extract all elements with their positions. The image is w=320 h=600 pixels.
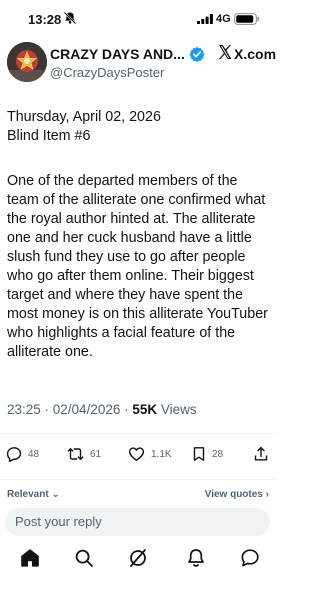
reply-count: 48 [28, 448, 40, 460]
reply-composer[interactable]: Post your reply [5, 508, 270, 536]
sort-dropdown[interactable]: Relevant ⌄ [7, 489, 60, 500]
search-icon[interactable] [74, 548, 94, 568]
bookmark-icon [193, 447, 205, 461]
bookmark-count: 28 [212, 448, 224, 460]
view-quotes-label: View quotes [204, 489, 263, 500]
signal-icon [197, 14, 213, 24]
views-label: Views [157, 402, 197, 417]
retweet-count: 61 [90, 448, 102, 460]
verified-icon [189, 46, 205, 62]
bottom-nav [0, 548, 277, 570]
share-icon [254, 446, 268, 461]
chevron-right-icon: › [265, 489, 269, 500]
divider [0, 479, 277, 480]
status-time: 13:28 [28, 12, 62, 27]
site-label: X.com [234, 46, 277, 62]
retweet-icon [67, 447, 84, 461]
avatar[interactable] [7, 42, 47, 82]
chevron-down-icon: ⌄ [51, 489, 60, 500]
view-quotes-link[interactable]: View quotes › [205, 489, 269, 500]
battery-icon [234, 13, 260, 25]
reply-placeholder: Post your reply [15, 514, 102, 529]
home-icon[interactable] [20, 548, 40, 568]
bell-icon [63, 11, 77, 25]
action-bar: 48 61 1.1K 28 [0, 446, 277, 476]
tweet-timestamp[interactable]: 23:25 · 02/04/2026 · [7, 402, 132, 417]
tweet-blind-line: Blind Item #6 [7, 128, 91, 144]
network-type: 4G [216, 13, 231, 25]
notifications-icon[interactable] [186, 548, 206, 568]
status-bar: 13:28 4G [0, 0, 277, 38]
display-name[interactable]: CRAZY DAYS AND... [50, 46, 185, 62]
handle[interactable]: @CrazyDaysPoster [50, 65, 164, 80]
bookmark-button[interactable]: 28 [192, 446, 223, 462]
reply-icon [6, 447, 22, 462]
tweet-date-line: Thursday, April 02, 2026 [7, 109, 161, 125]
like-icon [128, 447, 145, 461]
like-button[interactable]: 1.1K [128, 446, 172, 462]
avatar-star-icon [7, 42, 47, 82]
views-count: 55K [132, 402, 158, 417]
grok-icon[interactable] [128, 548, 148, 568]
tweet-header: CRAZY DAYS AND... X.com @CrazyDaysPoster [0, 40, 277, 90]
like-count: 1.1K [151, 448, 172, 460]
tweet-meta: 23:25 · 02/04/2026 · 55K Views [7, 402, 197, 417]
retweet-button[interactable]: 61 [67, 446, 101, 462]
messages-icon[interactable] [240, 548, 260, 568]
divider [0, 433, 277, 434]
reply-button[interactable]: 48 [6, 446, 39, 462]
x-logo-icon [218, 45, 232, 59]
sort-label: Relevant [7, 489, 49, 500]
tweet-text: One of the departed members of the team … [7, 173, 268, 360]
share-button[interactable] [254, 446, 268, 462]
